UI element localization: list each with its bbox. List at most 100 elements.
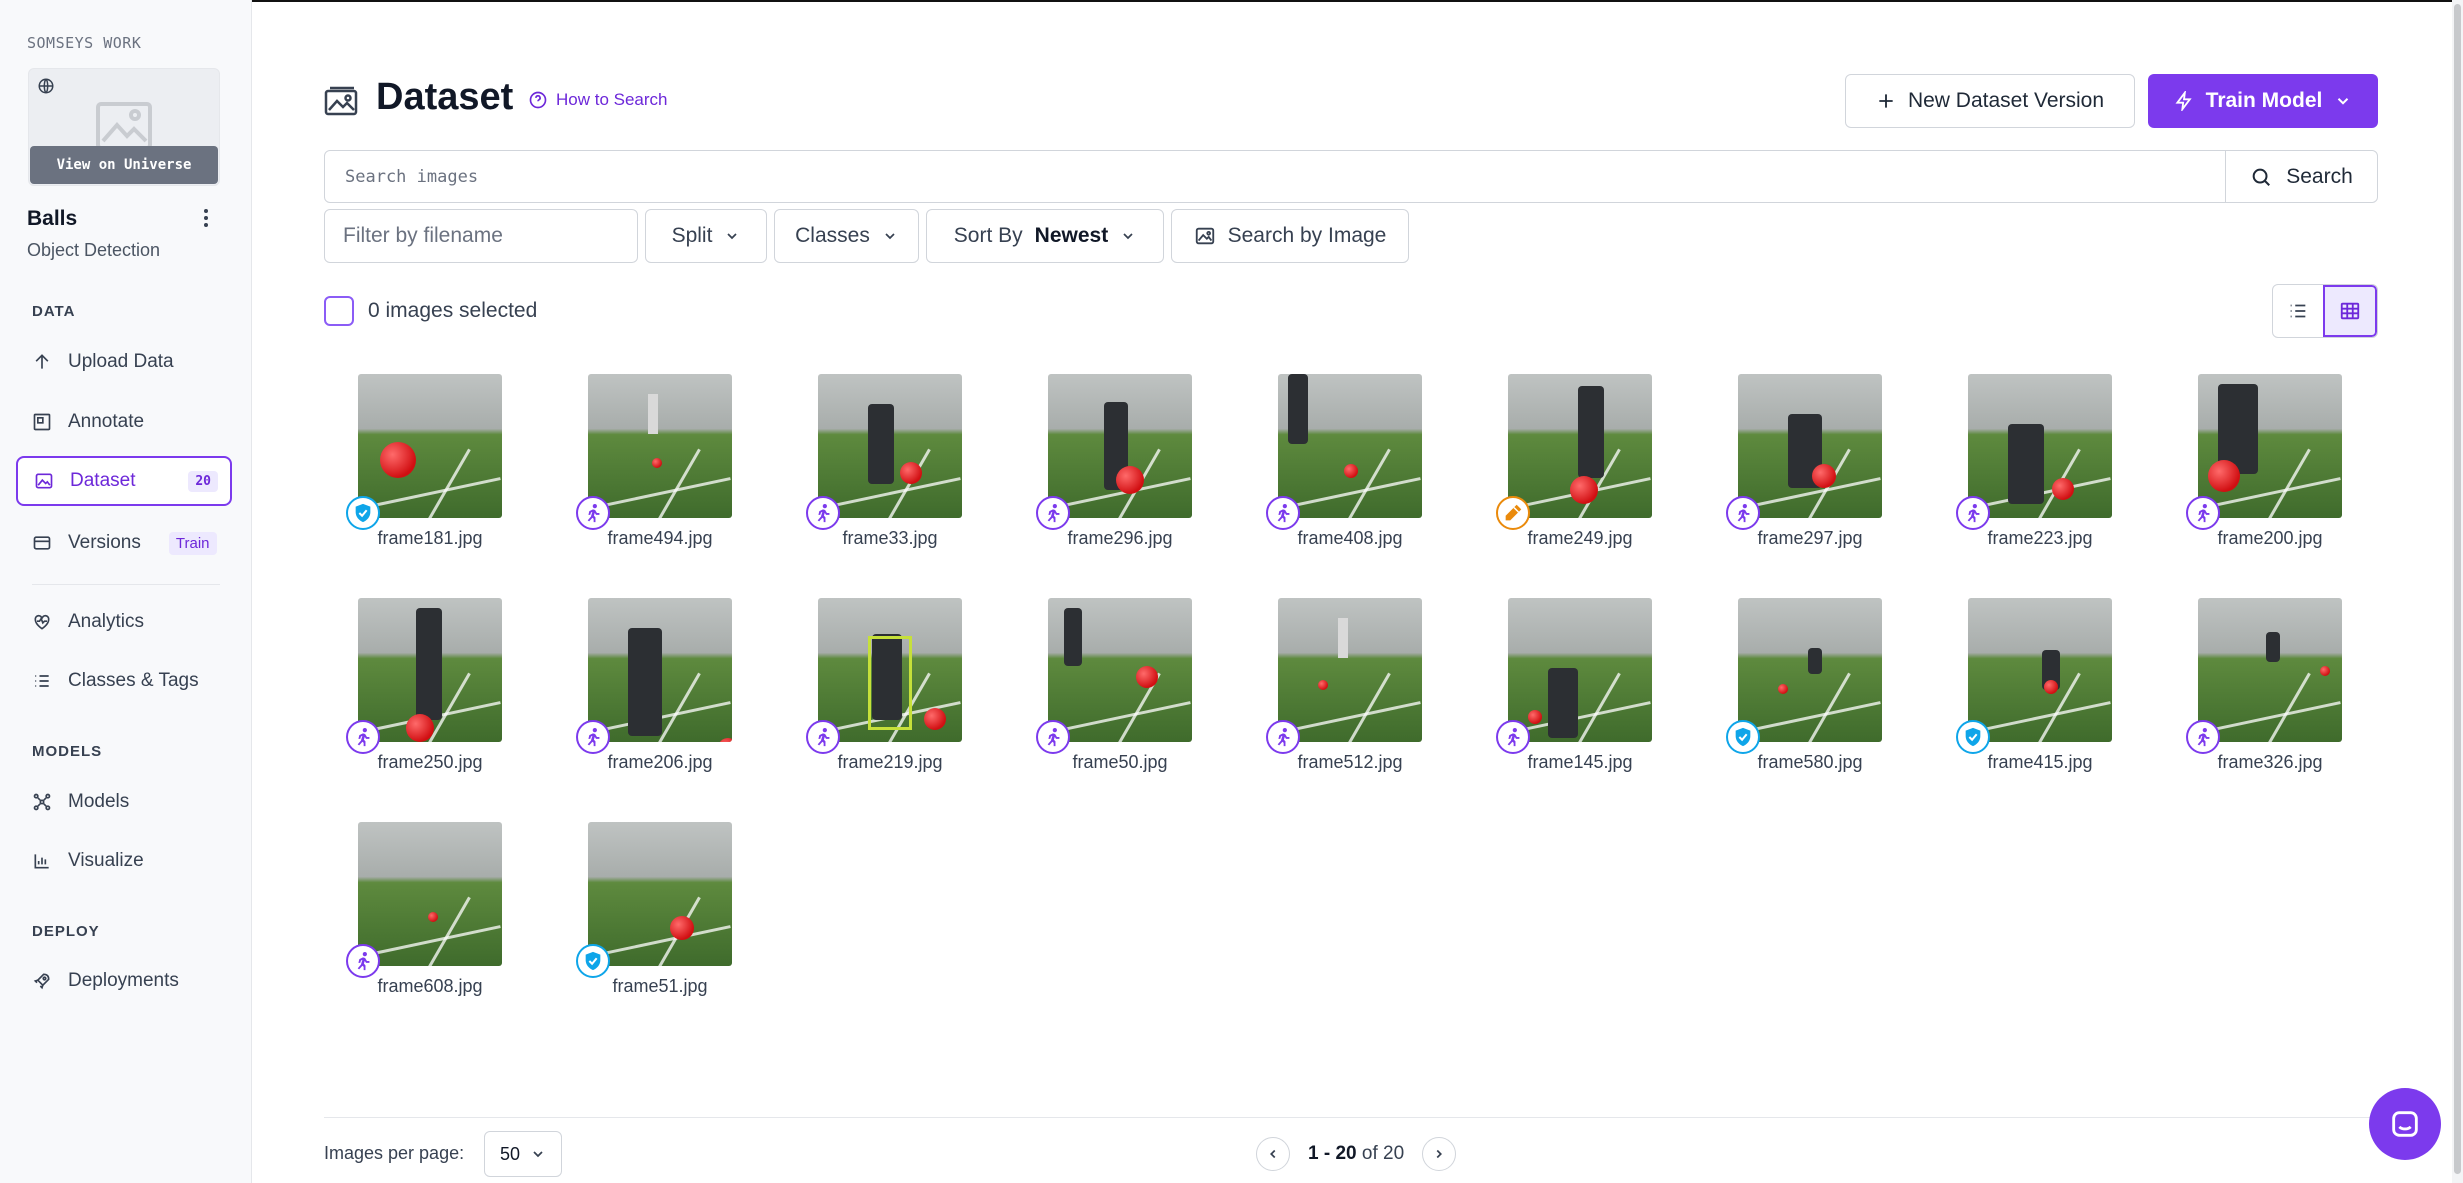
thumbnail-detail (868, 404, 894, 484)
list-view-button[interactable] (2273, 285, 2323, 337)
how-to-search-link[interactable]: How to Search (528, 90, 668, 110)
image-card[interactable]: frame181.jpg (344, 374, 514, 554)
filename-filter-input[interactable] (324, 209, 638, 263)
image-filename: frame223.jpg (1987, 528, 2093, 548)
image-filename: frame415.jpg (1987, 752, 2093, 772)
prev-page-button[interactable] (1256, 1137, 1290, 1171)
chevron-left-icon (1270, 1149, 1276, 1159)
image-filename: frame296.jpg (1067, 528, 1173, 548)
approved-icon (1726, 720, 1760, 754)
chevron-down-icon (533, 1151, 543, 1158)
image-thumbnail[interactable] (1968, 374, 2112, 518)
images-per-page-select[interactable]: 50 (484, 1131, 562, 1177)
image-thumbnail[interactable] (1048, 374, 1192, 518)
image-thumbnail[interactable] (1508, 374, 1652, 518)
image-thumbnail[interactable] (1738, 598, 1882, 742)
image-card[interactable]: frame512.jpg (1264, 598, 1434, 778)
next-page-button[interactable] (1422, 1137, 1457, 1171)
image-thumbnail[interactable] (1508, 598, 1652, 742)
train-model-button[interactable]: Train Model (2148, 74, 2378, 128)
chevron-down-icon (1123, 233, 1133, 240)
sidebar-item-visualize[interactable]: Visualize (16, 836, 232, 886)
pencil-icon (1496, 496, 1530, 530)
help-circle-icon (529, 91, 547, 109)
image-thumbnail[interactable] (588, 598, 732, 742)
thumbnail-detail (1778, 684, 1788, 694)
sidebar-item-dataset[interactable]: Dataset 20 (16, 456, 232, 506)
classes-dropdown[interactable]: Classes (774, 209, 919, 263)
image-card[interactable]: frame50.jpg (1034, 598, 1204, 778)
workspace-name: SOMSEYS WORK (27, 34, 142, 52)
run-icon (1726, 496, 1760, 530)
sidebar-item-upload[interactable]: Upload Data (16, 337, 232, 387)
split-dropdown[interactable]: Split (645, 209, 767, 263)
image-card[interactable]: frame608.jpg (344, 822, 514, 1002)
image-thumbnail[interactable] (1968, 598, 2112, 742)
grid-view-button[interactable] (2323, 285, 2377, 337)
sidebar-item-analytics[interactable]: Analytics (16, 597, 232, 647)
image-thumbnail[interactable] (1048, 598, 1192, 742)
image-thumbnail[interactable] (1738, 374, 1882, 518)
how-to-search-label: How to Search (556, 90, 668, 109)
globe-icon[interactable] (37, 77, 55, 95)
image-thumbnail[interactable] (588, 374, 732, 518)
thumbnail-detail (1279, 701, 1421, 734)
sidebar-divider (32, 584, 220, 585)
image-card[interactable]: frame51.jpg (574, 822, 744, 1002)
image-thumbnail[interactable] (818, 598, 962, 742)
image-thumbnail[interactable] (588, 822, 732, 966)
image-icon (35, 473, 53, 489)
sidebar-item-models[interactable]: Models (16, 777, 232, 827)
run-icon (346, 720, 380, 754)
image-card[interactable]: frame145.jpg (1494, 598, 1664, 778)
sidebar-item-deployments[interactable]: Deployments (16, 956, 232, 1006)
image-thumbnail[interactable] (1278, 598, 1422, 742)
image-card[interactable]: frame200.jpg (2184, 374, 2354, 554)
image-card[interactable]: frame33.jpg (804, 374, 974, 554)
sort-by-dropdown[interactable]: Sort By Newest (926, 209, 1164, 263)
select-all-checkbox[interactable] (324, 296, 354, 326)
image-card[interactable]: frame296.jpg (1034, 374, 1204, 554)
thumbnail-detail (1528, 710, 1542, 724)
image-card[interactable]: frame249.jpg (1494, 374, 1664, 554)
search-by-image-button[interactable]: Search by Image (1171, 209, 1409, 263)
thumbnail-detail (359, 477, 501, 510)
thumbnail-detail (1136, 666, 1158, 688)
search-button[interactable]: Search (2225, 151, 2377, 202)
image-card[interactable]: frame580.jpg (1724, 598, 1894, 778)
image-card[interactable]: frame223.jpg (1954, 374, 2124, 554)
models-icon (33, 793, 51, 811)
image-thumbnail[interactable] (2198, 374, 2342, 518)
image-thumbnail[interactable] (1278, 374, 1422, 518)
project-menu-icon[interactable] (196, 206, 216, 230)
run-icon (1496, 720, 1530, 754)
image-thumbnail[interactable] (358, 598, 502, 742)
chevron-down-icon (727, 233, 738, 240)
sidebar-item-classes-tags[interactable]: Classes & Tags (16, 656, 232, 706)
thumbnail-detail (1279, 477, 1421, 510)
image-card[interactable]: frame206.jpg (574, 598, 744, 778)
sidebar-item-annotate[interactable]: Annotate (16, 397, 232, 447)
scrollbar-thumb[interactable] (2454, 4, 2461, 1174)
image-thumbnail[interactable] (818, 374, 962, 518)
search-input[interactable] (325, 151, 2225, 202)
chat-support-button[interactable] (2369, 1088, 2441, 1160)
image-thumbnail[interactable] (358, 374, 502, 518)
run-icon (1956, 496, 1990, 530)
new-dataset-version-button[interactable]: New Dataset Version (1845, 74, 2135, 128)
thumbnail-detail (1808, 672, 1851, 742)
view-on-universe-button[interactable]: View on Universe (30, 146, 218, 184)
image-thumbnail[interactable] (2198, 598, 2342, 742)
sidebar-item-versions[interactable]: Versions Train (16, 518, 232, 568)
image-card[interactable]: frame219.jpg (804, 598, 974, 778)
thumbnail-detail (924, 708, 946, 730)
image-card[interactable]: frame415.jpg (1954, 598, 2124, 778)
image-card[interactable]: frame326.jpg (2184, 598, 2354, 778)
image-card[interactable]: frame297.jpg (1724, 374, 1894, 554)
image-thumbnail[interactable] (358, 822, 502, 966)
image-card[interactable]: frame494.jpg (574, 374, 744, 554)
image-card[interactable]: frame408.jpg (1264, 374, 1434, 554)
image-card[interactable]: frame250.jpg (344, 598, 514, 778)
thumbnail-detail (416, 608, 442, 720)
thumbnail-detail (658, 448, 701, 518)
